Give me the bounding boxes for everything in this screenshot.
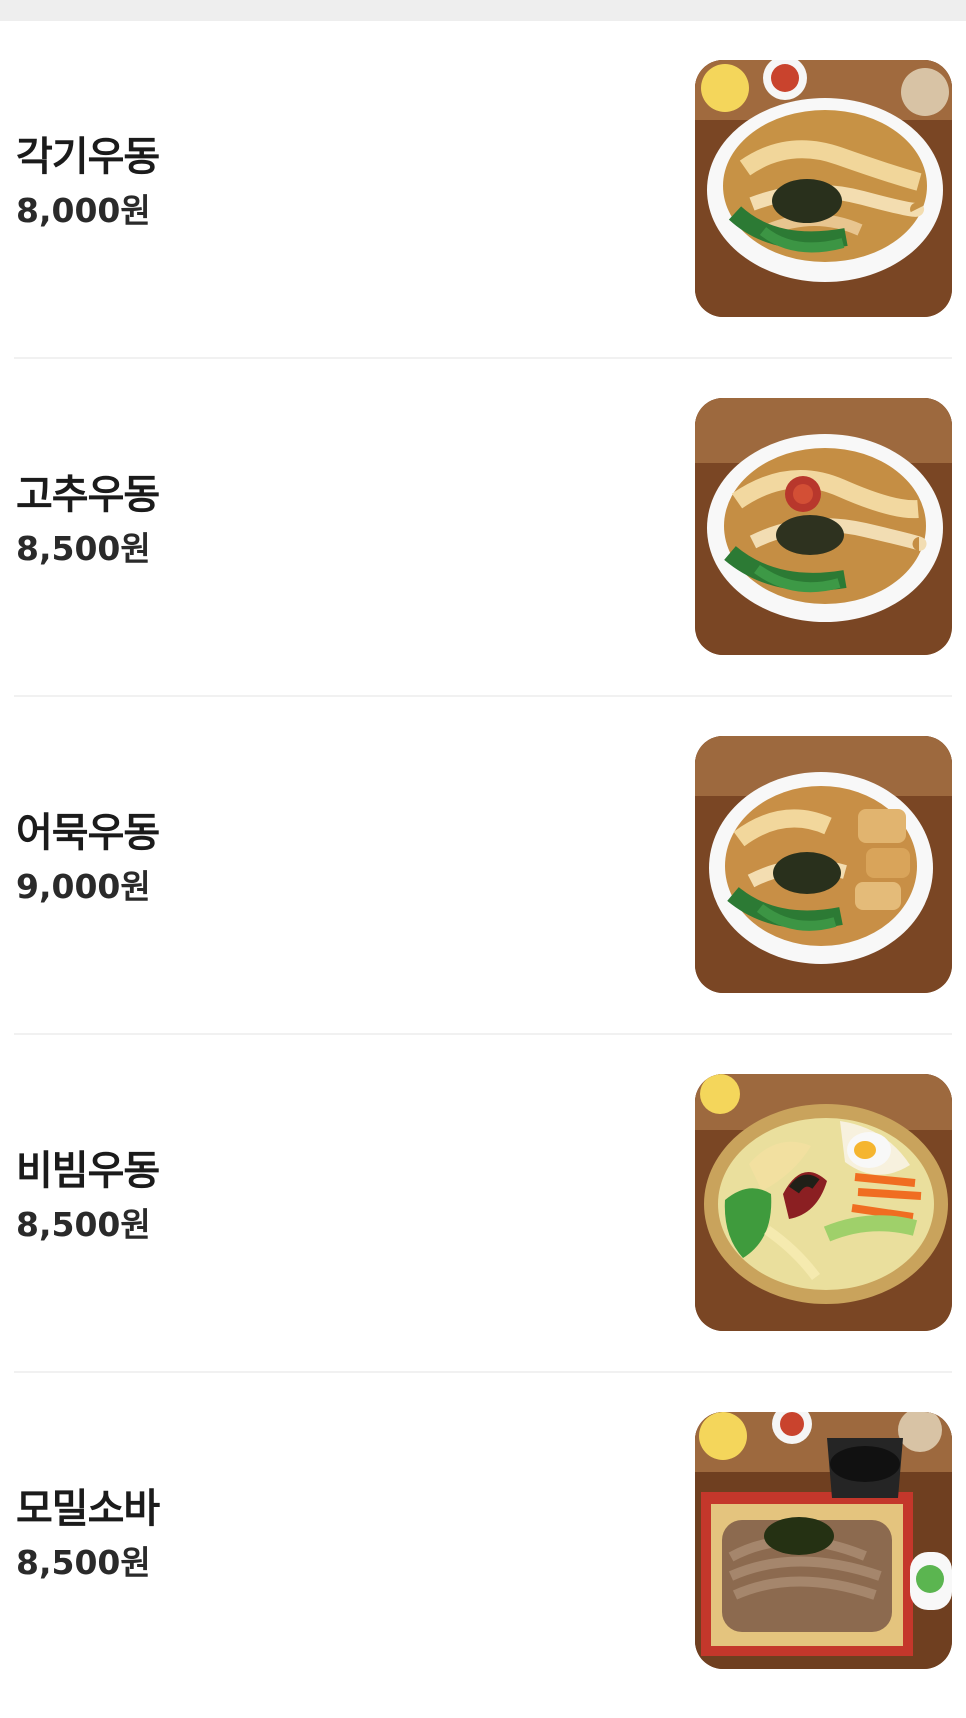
menu-list: 각기우동 8,000원 고추우동 8,500원 어묵우동 9,000원 비빔우동…	[0, 21, 966, 1711]
item-name: 비빔우동	[16, 1148, 160, 1194]
item-name: 어묵우동	[16, 810, 160, 856]
item-price: 8,500원	[16, 529, 151, 568]
item-price: 8,500원	[16, 1543, 151, 1582]
item-text: 각기우동 8,000원	[16, 133, 160, 231]
top-strip	[0, 0, 966, 21]
menu-item-eomuk-udon[interactable]: 어묵우동 9,000원	[14, 697, 952, 1035]
item-text: 비빔우동 8,500원	[16, 1147, 160, 1245]
menu-item-gakgi-udon[interactable]: 각기우동 8,000원	[14, 21, 952, 359]
item-text: 고추우동 8,500원	[16, 471, 160, 569]
item-price: 8,000원	[16, 191, 151, 230]
item-text: 어묵우동 9,000원	[16, 809, 160, 907]
item-name: 고추우동	[16, 472, 160, 518]
fishcake-udon-bowl-icon[interactable]	[695, 736, 952, 993]
item-price: 9,000원	[16, 867, 151, 906]
menu-item-gochu-udon[interactable]: 고추우동 8,500원	[14, 359, 952, 697]
item-text: 모밀소바 8,500원	[16, 1485, 160, 1583]
item-name: 모밀소바	[16, 1486, 160, 1532]
spicy-udon-bowl-icon[interactable]	[695, 398, 952, 655]
menu-item-bibim-udon[interactable]: 비빔우동 8,500원	[14, 1035, 952, 1373]
menu-item-momil-soba[interactable]: 모밀소바 8,500원	[14, 1373, 952, 1711]
soba-tray-icon[interactable]	[695, 1412, 952, 1669]
item-name: 각기우동	[16, 134, 160, 180]
udon-bowl-icon[interactable]	[695, 60, 952, 317]
item-price: 8,500원	[16, 1205, 151, 1244]
bibim-udon-bowl-icon[interactable]	[695, 1074, 952, 1331]
